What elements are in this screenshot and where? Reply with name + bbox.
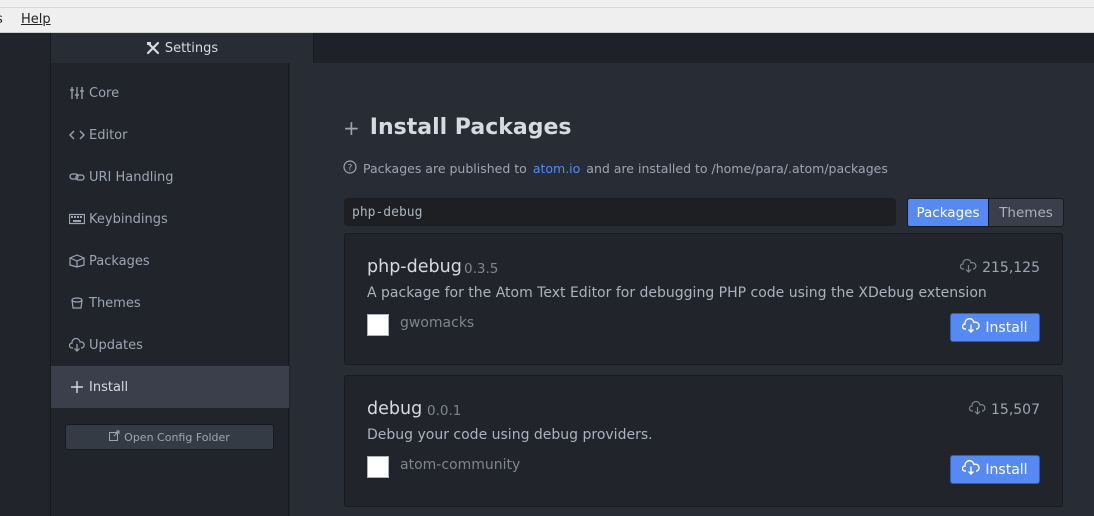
cloud-download-icon <box>962 317 981 337</box>
sidebar-item-label: URI Handling <box>89 169 174 185</box>
package-card[interactable]: debug 0.0.1 15,507 Debug your code using… <box>344 375 1063 507</box>
sidebar-item-label: Core <box>89 85 120 101</box>
author-avatar <box>367 456 389 478</box>
package-name[interactable]: php-debug <box>367 257 462 277</box>
menu-views[interactable]: es <box>0 12 3 27</box>
cloud-download-icon <box>69 337 85 353</box>
keyboard-icon <box>69 211 85 227</box>
search-input[interactable] <box>344 198 896 226</box>
install-button-label: Install <box>985 319 1028 336</box>
sidebar-item-themes[interactable]: Themes <box>51 282 289 324</box>
info-prefix: Packages are published to <box>363 161 527 176</box>
menu-help[interactable]: Help <box>21 12 51 27</box>
author-avatar <box>367 314 389 336</box>
install-button-label: Install <box>985 461 1028 478</box>
question-icon: ? <box>343 160 357 177</box>
sliders-icon <box>69 85 85 101</box>
info-text: ? Packages are published to atom.io and … <box>343 160 888 177</box>
download-count-value: 15,507 <box>991 402 1040 418</box>
open-config-folder-label: Open Config Folder <box>124 430 230 444</box>
sidebar-item-packages[interactable]: Packages <box>51 240 289 282</box>
themes-toggle-button[interactable]: Themes <box>989 198 1064 227</box>
sidebar-item-label: Keybindings <box>89 211 168 227</box>
code-icon <box>69 127 85 143</box>
menu-bar: es Help <box>0 0 1094 33</box>
open-config-folder-button[interactable]: Open Config Folder <box>65 424 274 450</box>
tools-icon <box>146 41 160 55</box>
package-description: A package for the Atom Text Editor for d… <box>367 285 987 301</box>
package-author[interactable]: gwomacks <box>400 315 474 331</box>
link-icon <box>69 169 85 185</box>
link-external-icon <box>109 430 120 444</box>
package-card[interactable]: php-debug 0.3.5 215,125 A package for th… <box>344 233 1063 365</box>
install-button[interactable]: Install <box>950 455 1040 484</box>
info-suffix: and are installed to /home/para/.atom/pa… <box>586 161 888 176</box>
sidebar-item-label: Updates <box>89 337 143 353</box>
download-count-value: 215,125 <box>982 260 1040 276</box>
sidebar-item-updates[interactable]: Updates <box>51 324 289 366</box>
package-name[interactable]: debug <box>367 399 422 419</box>
install-button[interactable]: Install <box>950 313 1040 342</box>
section-title: Install Packages <box>369 115 572 140</box>
package-version: 0.3.5 <box>464 261 499 277</box>
sidebar-item-keybindings[interactable]: Keybindings <box>51 198 289 240</box>
sidebar-item-label: Packages <box>89 253 150 269</box>
sidebar-item-install[interactable]: Install <box>51 366 289 408</box>
package-icon <box>69 253 85 269</box>
search-type-toggle: Packages Themes <box>907 198 1064 227</box>
packages-toggle-button[interactable]: Packages <box>907 198 989 227</box>
tab-title: Settings <box>164 40 219 56</box>
tab-settings[interactable]: Settings <box>51 33 314 63</box>
plus-icon: + <box>343 115 360 140</box>
settings-sidebar: Core Editor URI Handling Keybindings Pac… <box>51 63 289 516</box>
plus-icon <box>69 379 85 395</box>
menu-separator <box>0 7 1094 8</box>
download-count: 215,125 <box>960 258 1040 277</box>
sidebar-item-label: Themes <box>89 295 141 311</box>
cloud-download-icon <box>960 258 977 277</box>
cloud-download-icon <box>968 400 986 419</box>
install-packages-panel: + Install Packages ? Packages are publis… <box>290 63 1094 516</box>
sidebar-item-label: Install <box>89 379 129 395</box>
menu-help-label: Help <box>21 12 51 27</box>
sidebar-item-label: Editor <box>89 127 128 143</box>
sidebar-item-core[interactable]: Core <box>51 72 289 114</box>
atom-io-link[interactable]: atom.io <box>533 161 580 176</box>
svg-text:?: ? <box>348 164 353 174</box>
tree-view-gutter <box>0 33 51 516</box>
sidebar-item-editor[interactable]: Editor <box>51 114 289 156</box>
package-author[interactable]: atom-community <box>400 457 520 473</box>
sidebar-item-uri-handling[interactable]: URI Handling <box>51 156 289 198</box>
cloud-download-icon <box>962 459 981 479</box>
section-header: + Install Packages <box>343 115 571 140</box>
paintcan-icon <box>69 295 85 311</box>
tab-bar: Settings <box>51 33 1094 63</box>
download-count: 15,507 <box>968 400 1040 419</box>
package-description: Debug your code using debug providers. <box>367 427 653 443</box>
package-version: 0.0.1 <box>427 403 462 419</box>
